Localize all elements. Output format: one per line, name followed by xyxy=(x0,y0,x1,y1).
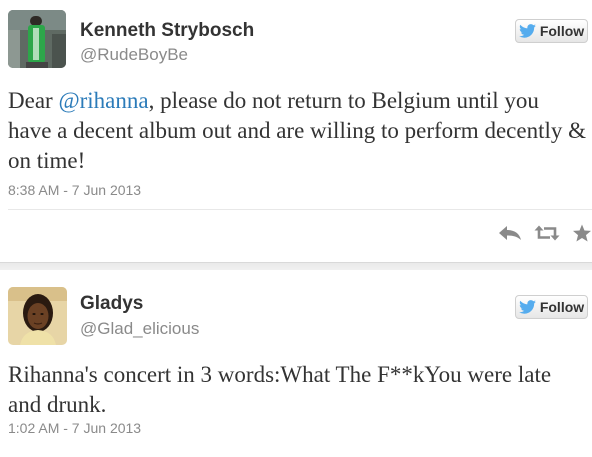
avatar-image xyxy=(8,287,67,345)
follow-label: Follow xyxy=(539,23,585,39)
twitter-bird-icon xyxy=(518,300,536,314)
favorite-icon[interactable] xyxy=(572,224,592,247)
tweet-text: Dear @rihanna, please do not return to B… xyxy=(8,86,588,176)
username[interactable]: @Glad_elicious xyxy=(80,319,199,339)
reply-icon[interactable] xyxy=(498,225,522,246)
avatar[interactable] xyxy=(8,10,66,68)
follow-button[interactable]: Follow xyxy=(515,19,588,43)
tweet-card: Gladys @Glad_elicious Follow Rihanna's c… xyxy=(0,270,592,457)
tweet-card: Kenneth Strybosch @RudeBoyBe Follow Dear… xyxy=(0,0,592,266)
twitter-bird-icon xyxy=(518,24,536,38)
follow-button[interactable]: Follow xyxy=(515,295,588,319)
divider xyxy=(8,209,592,210)
follow-label: Follow xyxy=(539,299,585,315)
mention-link[interactable]: @rihanna xyxy=(58,88,148,113)
tweet-text-start: Dear xyxy=(8,88,59,113)
tweet-text: Rihanna's concert in 3 words:What The F*… xyxy=(8,362,552,417)
timestamp[interactable]: 8:38 AM - 7 Jun 2013 xyxy=(8,182,141,198)
display-name[interactable]: Kenneth Strybosch xyxy=(80,20,254,42)
display-name[interactable]: Gladys xyxy=(80,293,143,315)
username[interactable]: @RudeBoyBe xyxy=(80,45,188,65)
tweet-actions xyxy=(498,224,592,247)
avatar-image xyxy=(8,10,66,68)
timestamp[interactable]: 1:02 AM - 7 Jun 2013 xyxy=(8,420,141,436)
retweet-icon[interactable] xyxy=(534,225,560,246)
avatar[interactable] xyxy=(8,287,67,345)
